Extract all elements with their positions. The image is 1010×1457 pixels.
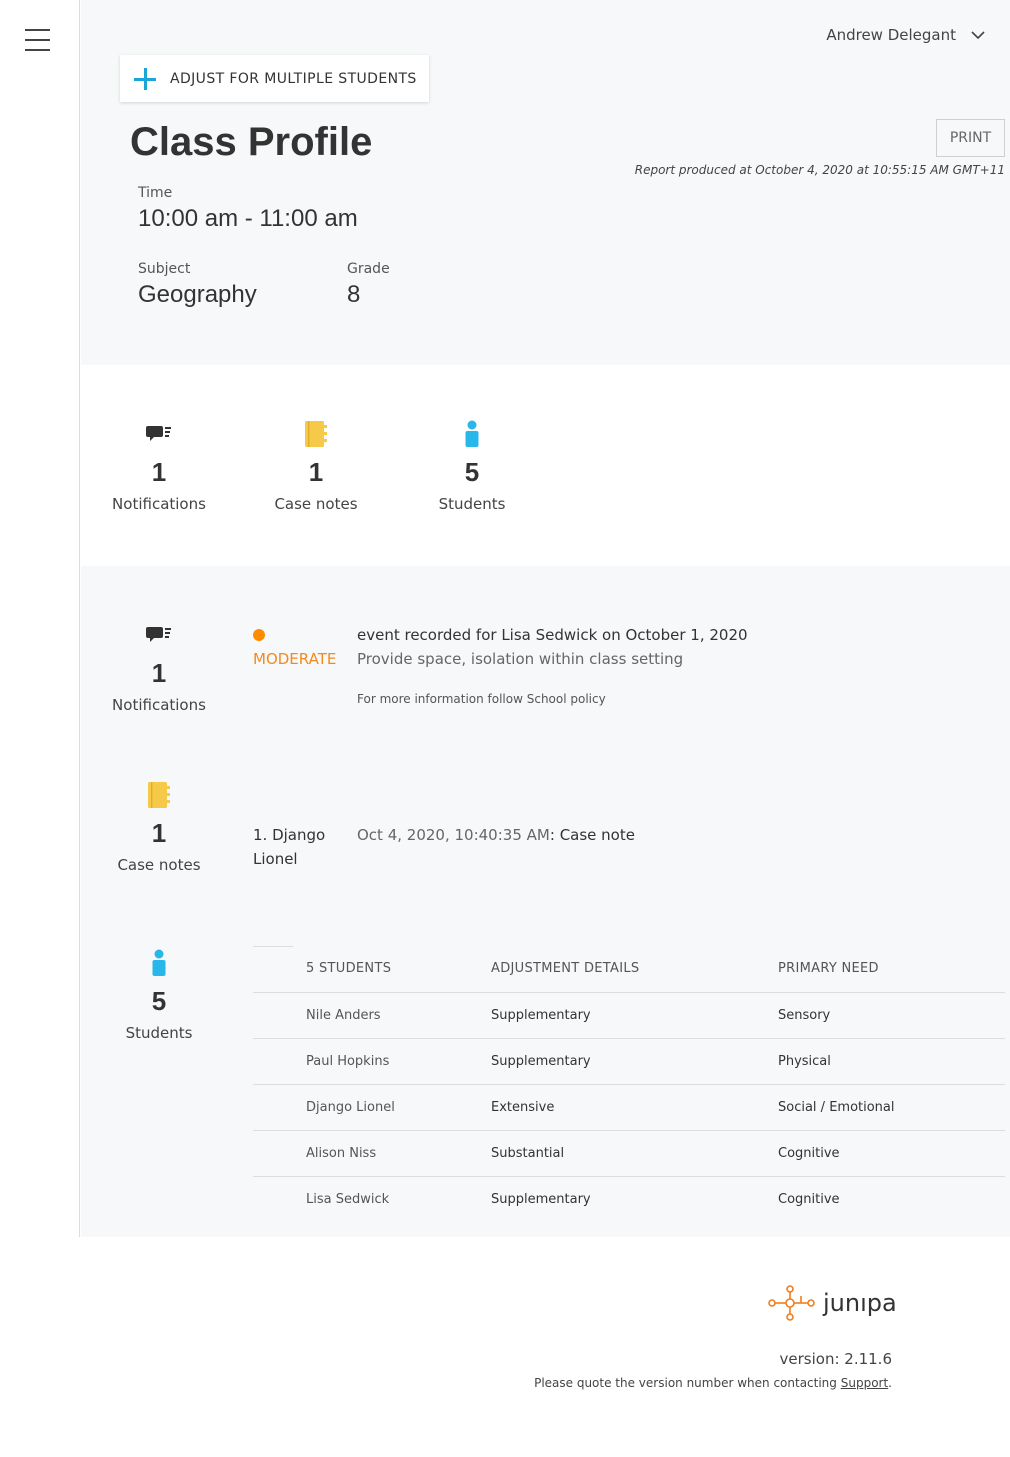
page-title: Class Profile xyxy=(130,120,373,164)
primary-need: Cognitive xyxy=(778,1130,1005,1177)
case-note-separator: : xyxy=(549,826,555,844)
students-label: Students xyxy=(438,495,506,513)
severity-dot xyxy=(253,629,265,641)
notifications-count: 1 xyxy=(151,457,167,487)
grade-value: 8 xyxy=(347,281,361,308)
chevron-down-icon xyxy=(971,31,985,40)
adjustment-detail: Extensive xyxy=(491,1084,778,1131)
adjust-button-label: ADJUST FOR MULTIPLE STUDENTS xyxy=(170,70,417,87)
junipa-logo-text: junıpa xyxy=(823,1289,897,1317)
primary-need: Sensory xyxy=(778,992,1005,1039)
primary-need: Cognitive xyxy=(778,1191,840,1207)
summary-students[interactable]: 5 Students xyxy=(407,420,537,513)
student-name[interactable]: Nile Anders xyxy=(306,992,491,1039)
table-header-spacer xyxy=(253,946,306,993)
person-icon xyxy=(152,949,166,976)
user-menu[interactable]: Andrew Delegant xyxy=(826,26,986,44)
sidebar xyxy=(0,0,80,1237)
student-name[interactable]: Alison Niss xyxy=(306,1130,491,1177)
header-students[interactable]: 5 STUDENTS xyxy=(306,946,491,993)
version-text: version: 2.11.6 xyxy=(779,1350,892,1368)
case-note-student-line2[interactable]: Lionel xyxy=(253,850,298,868)
support-note-text: Please quote the version number when con… xyxy=(534,1376,841,1390)
detail-students-label: Students xyxy=(125,1024,193,1042)
students-count: 5 xyxy=(464,457,480,487)
severity-label: MODERATE xyxy=(253,650,337,668)
adjustment-detail: Substantial xyxy=(491,1130,778,1177)
notification-event: event recorded for Lisa Sedwick on Octob… xyxy=(357,626,748,644)
header-primary-need[interactable]: PRIMARY NEED xyxy=(778,946,1005,993)
notebook-icon xyxy=(148,782,170,808)
detail-section: 1 Notifications MODERATE event recorded … xyxy=(81,566,1010,1237)
adjustment-detail: Supplementary xyxy=(491,992,778,1039)
detail-students: 5 Students xyxy=(94,949,224,1042)
header-adjustment[interactable]: ADJUSTMENT DETAILS xyxy=(491,946,778,993)
detail-case-notes: 1 Case notes xyxy=(94,781,224,874)
notification-action: Provide space, isolation within class se… xyxy=(357,650,684,668)
student-name[interactable]: Django Lionel xyxy=(306,1084,491,1131)
report-timestamp: Report produced at October 4, 2020 at 10… xyxy=(634,163,1005,177)
summary-case-notes[interactable]: 1 Case notes xyxy=(251,420,381,513)
case-note-entry[interactable]: Oct 4, 2020, 10:40:35 AM: Case note xyxy=(357,826,635,844)
footer: junıpa version: 2.11.6 Please quote the … xyxy=(0,1237,1010,1457)
detail-case-notes-count: 1 xyxy=(151,818,167,848)
detail-notifications: 1 Notifications xyxy=(94,621,224,714)
subject-label: Subject xyxy=(138,261,191,277)
support-note-suffix: . xyxy=(888,1376,892,1390)
print-button[interactable]: PRINT xyxy=(936,119,1005,157)
chat-bubble-icon xyxy=(146,426,171,441)
notifications-label: Notifications xyxy=(112,495,206,513)
table-row[interactable]: Alison Niss Substantial Cognitive xyxy=(253,1130,1005,1177)
support-note: Please quote the version number when con… xyxy=(534,1376,892,1390)
grade-label: Grade xyxy=(347,261,390,277)
students-table: 5 STUDENTS ADJUSTMENT DETAILS PRIMARY NE… xyxy=(253,946,1005,1222)
adjustment-detail: Supplementary xyxy=(491,1191,591,1207)
plus-icon xyxy=(134,67,156,90)
subject-value: Geography xyxy=(138,281,257,308)
class-header: Andrew Delegant ADJUST FOR MULTIPLE STUD… xyxy=(81,0,1010,365)
summary-stats: 1 Notifications 1 Case notes 5 Students xyxy=(81,365,1010,566)
chat-bubble-icon xyxy=(146,627,171,642)
case-note-date: Oct 4, 2020, 10:40:35 AM xyxy=(357,826,550,844)
student-name[interactable]: Lisa Sedwick xyxy=(306,1176,491,1222)
table-row[interactable]: Paul Hopkins Supplementary Physical xyxy=(253,1038,1005,1085)
table-row[interactable]: Lisa Sedwick Supplementary Cognitive xyxy=(253,1176,1005,1222)
junipa-logo-icon xyxy=(768,1285,815,1321)
notification-info: For more information follow School polic… xyxy=(357,692,606,706)
detail-case-notes-label: Case notes xyxy=(117,856,201,874)
student-name[interactable]: Paul Hopkins xyxy=(306,1038,491,1085)
table-row[interactable]: Django Lionel Extensive Social / Emotion… xyxy=(253,1084,1005,1131)
case-notes-count: 1 xyxy=(308,457,324,487)
user-name: Andrew Delegant xyxy=(826,26,956,44)
summary-notifications[interactable]: 1 Notifications xyxy=(94,420,224,513)
case-note-student-line1[interactable]: 1. Django xyxy=(253,826,325,844)
table-header-row: 5 STUDENTS ADJUSTMENT DETAILS PRIMARY NE… xyxy=(253,946,1005,993)
time-label: Time xyxy=(138,185,173,201)
adjust-multiple-students-button[interactable]: ADJUST FOR MULTIPLE STUDENTS xyxy=(120,55,429,102)
hamburger-icon[interactable] xyxy=(25,29,50,51)
primary-need: Social / Emotional xyxy=(778,1084,1005,1131)
case-note-title: Case note xyxy=(559,826,635,844)
adjustment-detail: Supplementary xyxy=(491,1038,778,1085)
person-icon xyxy=(465,420,479,447)
junipa-logo: junıpa xyxy=(767,1285,897,1321)
detail-notifications-label: Notifications xyxy=(112,696,206,714)
case-notes-label: Case notes xyxy=(274,495,358,513)
time-value: 10:00 am - 11:00 am xyxy=(138,205,358,232)
detail-notifications-count: 1 xyxy=(151,658,167,688)
support-link[interactable]: Support xyxy=(841,1376,888,1390)
detail-students-count: 5 xyxy=(151,986,167,1016)
notebook-icon xyxy=(305,421,327,447)
primary-need: Physical xyxy=(778,1038,1005,1085)
table-row[interactable]: Nile Anders Supplementary Sensory xyxy=(253,992,1005,1039)
